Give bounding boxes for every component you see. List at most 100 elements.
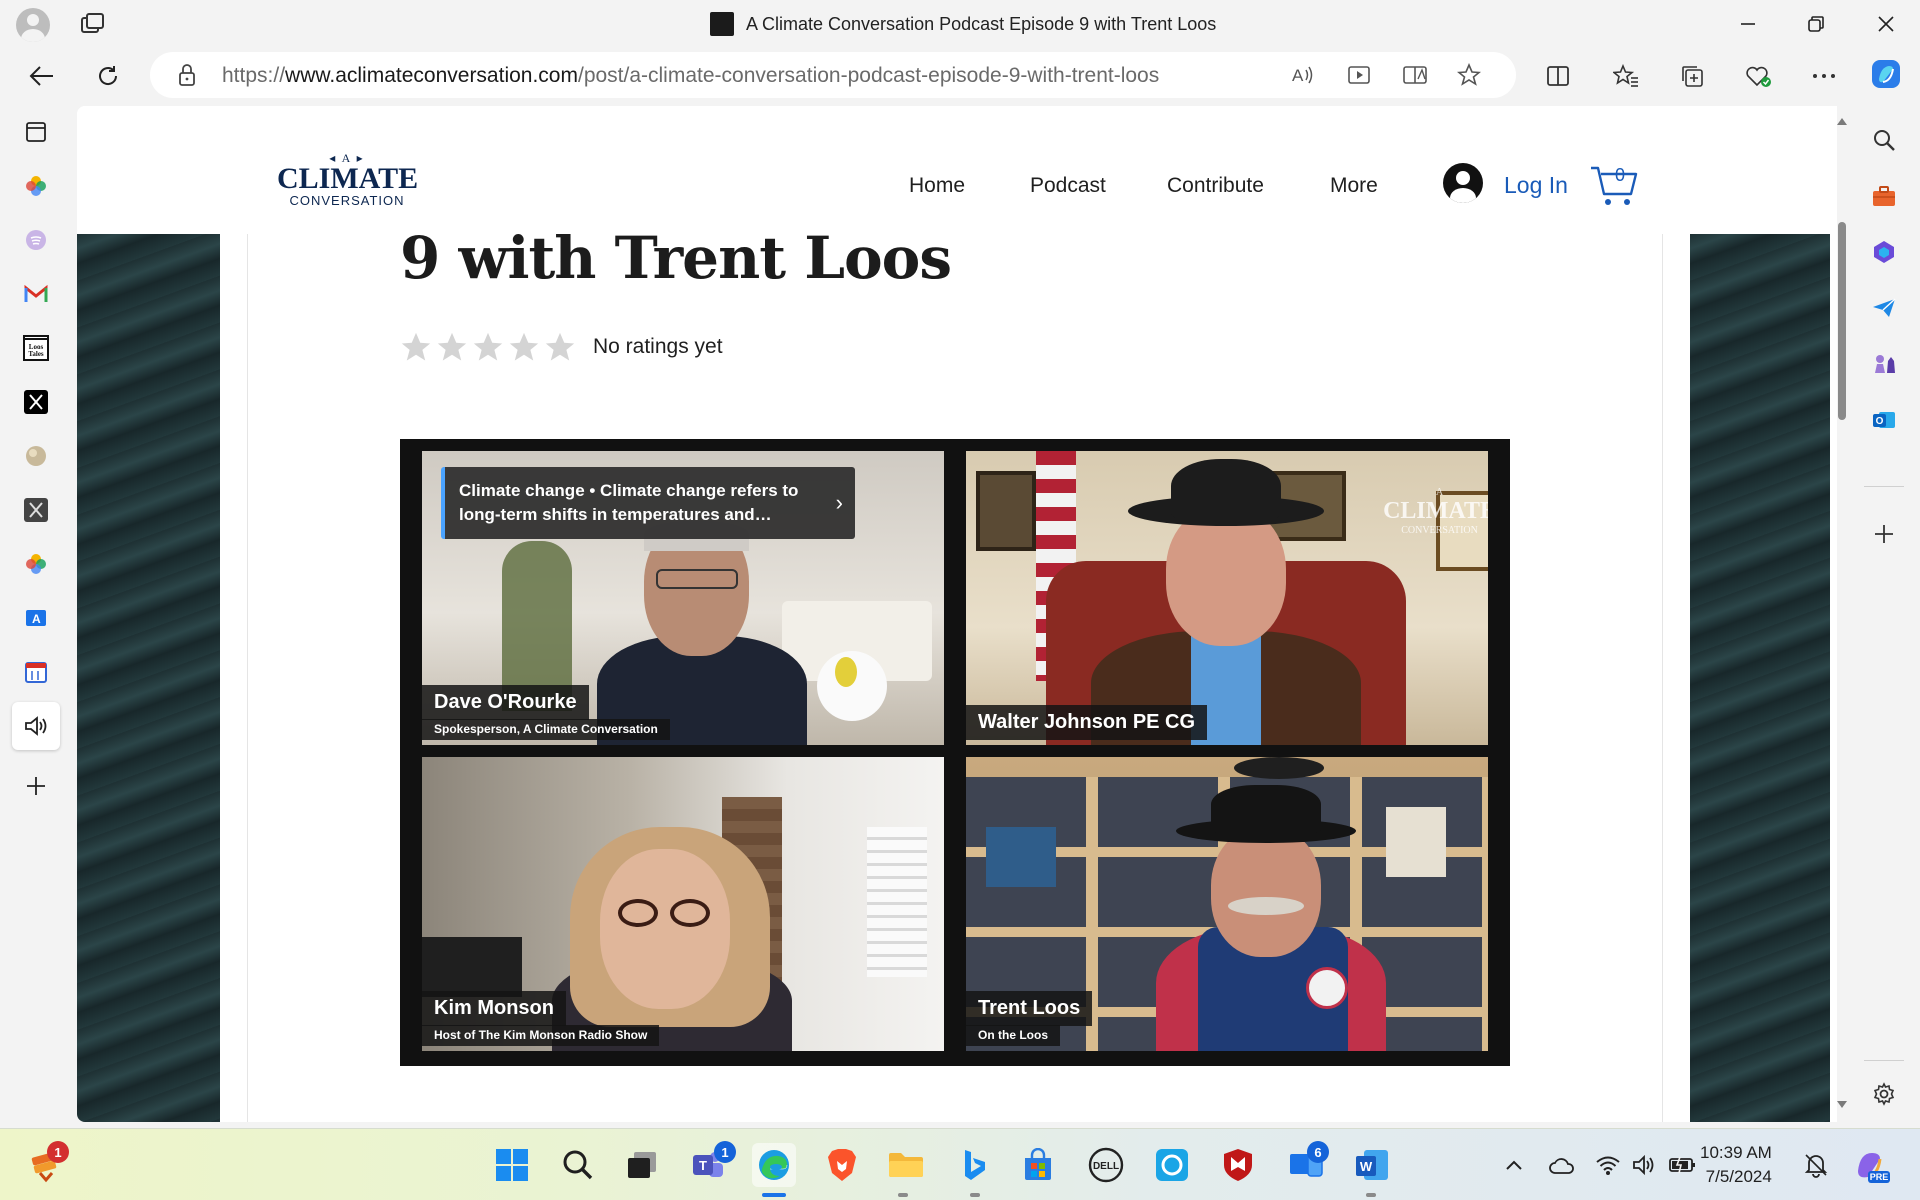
add-sidebar-icon[interactable] [1866, 516, 1902, 552]
word-icon[interactable]: W [1350, 1143, 1394, 1187]
address-bar[interactable]: https://www.aclimateconversation.com/pos… [150, 52, 1516, 98]
rating-star-icon[interactable] [543, 330, 577, 364]
refresh-button[interactable] [90, 58, 126, 94]
phone-link-badge: 6 [1307, 1141, 1329, 1163]
cart-count[interactable]: 0 [1615, 165, 1625, 186]
rating-star-icon[interactable] [399, 330, 433, 364]
site-favicon-icon [710, 12, 734, 36]
login-link[interactable]: Log In [1504, 172, 1568, 199]
scroll-down-icon[interactable] [1836, 1100, 1848, 1110]
nav-podcast-link[interactable]: Podcast [1030, 174, 1106, 198]
rating-star-icon[interactable] [435, 330, 469, 364]
add-sidebar-app-icon[interactable] [18, 768, 54, 804]
cortana-icon[interactable] [1150, 1143, 1194, 1187]
rating-star-icon[interactable] [507, 330, 541, 364]
task-view-icon[interactable] [620, 1143, 664, 1187]
speaker-sidebar-icon[interactable] [12, 702, 60, 750]
explorer-running-indicator [898, 1193, 908, 1197]
lock-icon[interactable] [178, 63, 196, 87]
bing-icon[interactable] [952, 1143, 996, 1187]
minimize-icon [1741, 23, 1755, 25]
topic-caption-card[interactable]: Climate change • Climate change refers t… [441, 467, 855, 539]
podcast-video[interactable]: Dave O'Rourke Spokesperson, A Climate Co… [400, 439, 1510, 1066]
copilot-taskbar-icon[interactable]: PRE [1848, 1143, 1892, 1187]
spotify-icon[interactable] [18, 222, 54, 258]
file-explorer-icon[interactable] [884, 1143, 928, 1187]
calendar-app-icon[interactable] [18, 654, 54, 690]
nav-contribute-link[interactable]: Contribute [1167, 174, 1264, 198]
nav-home-link[interactable]: Home [909, 174, 965, 198]
send-telegram-icon[interactable] [1866, 290, 1902, 326]
gmail-icon[interactable] [18, 276, 54, 312]
watermark-logo: A CLIMATE CONVERSATION [1383, 487, 1488, 536]
x-twitter-alt-icon[interactable] [18, 492, 54, 528]
back-button[interactable] [24, 58, 60, 94]
x-twitter-icon[interactable] [18, 384, 54, 420]
copilot-button[interactable] [1868, 56, 1904, 92]
favorite-star-icon[interactable] [1454, 60, 1484, 90]
microsoft-365-icon[interactable] [1866, 234, 1902, 270]
site-logo[interactable]: ◂ A ▸ CLIMATE CONVERSATION [277, 152, 418, 214]
widgets-badge: 1 [47, 1141, 69, 1163]
photos-app-alt-icon[interactable] [18, 546, 54, 582]
rating-widget[interactable]: No ratings yet [399, 330, 723, 364]
rating-star-icon[interactable] [471, 330, 505, 364]
mcafee-icon[interactable] [1216, 1143, 1260, 1187]
favorites-button[interactable] [1608, 58, 1644, 94]
outlook-icon[interactable]: O [1866, 402, 1902, 438]
immersive-reader-icon[interactable] [1400, 60, 1430, 90]
globe-app-icon[interactable] [18, 438, 54, 474]
split-screen-icon [1547, 66, 1569, 86]
loos-tales-icon[interactable]: Loos Tales [18, 330, 54, 366]
chevron-right-icon[interactable]: › [836, 491, 843, 515]
onedrive-cloud-icon[interactable] [1540, 1143, 1584, 1187]
video-enhance-icon[interactable] [1344, 60, 1374, 90]
tools-briefcase-icon[interactable] [1866, 178, 1902, 214]
taskbar-search-icon[interactable] [556, 1143, 600, 1187]
collections-button[interactable] [1674, 58, 1710, 94]
split-screen-button[interactable] [1540, 58, 1576, 94]
scroll-thumb[interactable] [1838, 222, 1846, 420]
dell-icon[interactable]: DELL [1084, 1143, 1128, 1187]
games-chess-icon[interactable] [1866, 346, 1902, 382]
svg-text:W: W [1360, 1159, 1373, 1174]
video-tile-participant-2: A CLIMATE CONVERSATION Walter Johnson PE… [966, 451, 1488, 745]
system-clock[interactable]: 10:39 AM 7/5/2024 [1700, 1141, 1772, 1189]
settings-more-button[interactable] [1806, 58, 1842, 94]
browser-essentials-button[interactable] [1740, 58, 1776, 94]
svg-text:O: O [1876, 416, 1884, 427]
translator-icon[interactable]: A [18, 600, 54, 636]
battery-charging-icon[interactable] [1660, 1143, 1704, 1187]
login-avatar-icon[interactable] [1443, 163, 1483, 203]
edge-active-indicator [762, 1193, 786, 1197]
workspaces-icon[interactable] [80, 12, 106, 36]
video-tile-participant-4: Trent Loos On the Loos [966, 757, 1488, 1051]
page-scrollbar[interactable] [1836, 110, 1848, 1120]
read-aloud-icon[interactable]: A [1288, 60, 1318, 90]
restore-button[interactable] [1782, 0, 1850, 48]
minimize-button[interactable] [1714, 0, 1782, 48]
close-icon [1878, 16, 1894, 32]
svg-text:Tales: Tales [28, 350, 44, 358]
svg-text:DELL: DELL [1093, 1161, 1119, 1172]
participant-name-label: Kim Monson [422, 991, 566, 1026]
video-tile-participant-1: Dave O'Rourke Spokesperson, A Climate Co… [422, 451, 944, 745]
cart-icon[interactable] [1589, 162, 1639, 208]
copilot-icon [1872, 60, 1900, 88]
scroll-up-icon[interactable] [1836, 116, 1848, 126]
sidebar-panel-icon[interactable] [18, 114, 54, 150]
close-button[interactable] [1852, 0, 1920, 48]
photos-app-icon[interactable] [18, 168, 54, 204]
sidebar-settings-gear-icon[interactable] [1866, 1076, 1902, 1112]
microsoft-store-icon[interactable] [1016, 1143, 1060, 1187]
edge-browser-icon[interactable] [752, 1143, 796, 1187]
brave-browser-icon[interactable] [820, 1143, 864, 1187]
web-viewport[interactable]: ◂ A ▸ CLIMATE CONVERSATION Home Podcast … [77, 106, 1837, 1122]
start-windows-icon[interactable] [490, 1143, 534, 1187]
show-hidden-icons-chevron-icon[interactable] [1492, 1143, 1536, 1187]
nav-more-link[interactable]: More [1330, 174, 1378, 198]
url-text[interactable]: https://www.aclimateconversation.com/pos… [222, 64, 1159, 88]
notifications-bell-icon[interactable] [1794, 1143, 1838, 1187]
search-icon[interactable] [1866, 122, 1902, 158]
profile-avatar-icon[interactable] [16, 8, 50, 42]
